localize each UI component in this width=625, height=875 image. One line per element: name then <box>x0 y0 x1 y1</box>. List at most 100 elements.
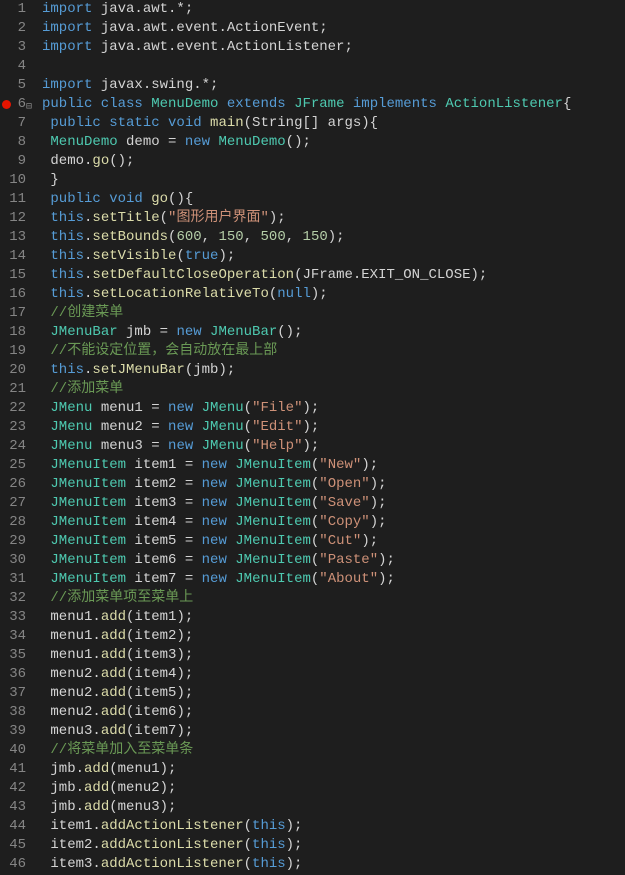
line-number[interactable]: 13 <box>4 228 26 247</box>
code-line[interactable]: //添加菜单项至菜单上 <box>42 589 625 608</box>
line-number[interactable]: 37 <box>4 684 26 703</box>
code-token: (item1); <box>126 609 193 625</box>
code-line[interactable]: menu1.add(item3); <box>42 646 625 665</box>
code-line[interactable]: public class MenuDemo extends JFrame imp… <box>42 95 625 114</box>
code-line[interactable]: JMenuItem item6 = new JMenuItem("Paste")… <box>42 551 625 570</box>
line-number[interactable]: 2 <box>4 19 26 38</box>
code-token: new <box>176 324 210 340</box>
line-number[interactable]: 19 <box>4 342 26 361</box>
line-number[interactable]: 31 <box>4 570 26 589</box>
line-number[interactable]: 12 <box>4 209 26 228</box>
code-line[interactable]: this.setDefaultCloseOperation(JFrame.EXI… <box>42 266 625 285</box>
code-line[interactable]: JMenuItem item2 = new JMenuItem("Open"); <box>42 475 625 494</box>
line-number[interactable]: 15 <box>4 266 26 285</box>
line-number[interactable]: 6⊟ <box>4 95 26 114</box>
line-number[interactable]: 40 <box>4 741 26 760</box>
code-line[interactable]: JMenu menu3 = new JMenu("Help"); <box>42 437 625 456</box>
line-number[interactable]: 21 <box>4 380 26 399</box>
code-token: add <box>101 666 126 682</box>
code-line[interactable]: this.setTitle("图形用户界面"); <box>42 209 625 228</box>
code-line[interactable]: //创建菜单 <box>42 304 625 323</box>
code-line[interactable]: import java.awt.*; <box>42 0 625 19</box>
code-line[interactable]: JMenuItem item3 = new JMenuItem("Save"); <box>42 494 625 513</box>
code-line[interactable]: JMenuBar jmb = new JMenuBar(); <box>42 323 625 342</box>
code-line[interactable]: import java.awt.event.ActionEvent; <box>42 19 625 38</box>
code-line[interactable]: //不能设定位置，会自动放在最上部 <box>42 342 625 361</box>
code-line[interactable]: this.setJMenuBar(jmb); <box>42 361 625 380</box>
line-number[interactable]: 34 <box>4 627 26 646</box>
code-editor-area[interactable]: import java.awt.*;import java.awt.event.… <box>34 0 625 875</box>
line-number[interactable]: 35 <box>4 646 26 665</box>
code-line[interactable]: menu1.add(item2); <box>42 627 625 646</box>
line-number[interactable]: 18 <box>4 323 26 342</box>
line-number[interactable]: 42 <box>4 779 26 798</box>
breakpoint-icon[interactable] <box>2 100 11 109</box>
code-line[interactable]: JMenuItem item7 = new JMenuItem("About")… <box>42 570 625 589</box>
fold-icon[interactable]: ⊟ <box>26 98 32 117</box>
code-line[interactable]: this.setLocationRelativeTo(null); <box>42 285 625 304</box>
line-number[interactable]: 20 <box>4 361 26 380</box>
line-number[interactable]: 30 <box>4 551 26 570</box>
line-number[interactable]: 36 <box>4 665 26 684</box>
code-token: //添加菜单 <box>50 381 123 397</box>
line-number[interactable]: 22 <box>4 399 26 418</box>
code-line[interactable]: item3.addActionListener(this); <box>42 855 625 874</box>
line-number[interactable]: 45 <box>4 836 26 855</box>
code-line[interactable]: item2.addActionListener(this); <box>42 836 625 855</box>
code-line[interactable] <box>42 57 625 76</box>
line-number[interactable]: 10 <box>4 171 26 190</box>
line-number[interactable]: 4 <box>4 57 26 76</box>
line-number[interactable]: 14 <box>4 247 26 266</box>
line-number[interactable]: 41 <box>4 760 26 779</box>
code-line[interactable]: jmb.add(menu3); <box>42 798 625 817</box>
line-number[interactable]: 17 <box>4 304 26 323</box>
code-line[interactable]: //将菜单加入至菜单条 <box>42 741 625 760</box>
code-line[interactable]: demo.go(); <box>42 152 625 171</box>
line-number[interactable]: 32 <box>4 589 26 608</box>
line-number[interactable]: 46 <box>4 855 26 874</box>
code-line[interactable]: item1.addActionListener(this); <box>42 817 625 836</box>
code-line[interactable]: JMenu menu2 = new JMenu("Edit"); <box>42 418 625 437</box>
code-line[interactable]: menu2.add(item5); <box>42 684 625 703</box>
code-line[interactable]: menu2.add(item4); <box>42 665 625 684</box>
code-line[interactable]: this.setBounds(600, 150, 500, 150); <box>42 228 625 247</box>
code-line[interactable]: JMenuItem item5 = new JMenuItem("Cut"); <box>42 532 625 551</box>
line-number[interactable]: 8 <box>4 133 26 152</box>
line-number[interactable]: 39 <box>4 722 26 741</box>
code-line[interactable]: JMenuItem item4 = new JMenuItem("Copy"); <box>42 513 625 532</box>
code-line[interactable]: jmb.add(menu1); <box>42 760 625 779</box>
line-number[interactable]: 16 <box>4 285 26 304</box>
code-token: ); <box>361 533 378 549</box>
line-number[interactable]: 9 <box>4 152 26 171</box>
line-number[interactable]: 7 <box>4 114 26 133</box>
line-number[interactable]: 38 <box>4 703 26 722</box>
line-number[interactable]: 44 <box>4 817 26 836</box>
line-number[interactable]: 27 <box>4 494 26 513</box>
code-line[interactable]: menu2.add(item6); <box>42 703 625 722</box>
line-number[interactable]: 43 <box>4 798 26 817</box>
line-number[interactable]: 28 <box>4 513 26 532</box>
code-line[interactable]: import javax.swing.*; <box>42 76 625 95</box>
code-line[interactable]: //添加菜单 <box>42 380 625 399</box>
line-number[interactable]: 3 <box>4 38 26 57</box>
code-line[interactable]: jmb.add(menu2); <box>42 779 625 798</box>
code-line[interactable]: public static void main(String[] args){ <box>42 114 625 133</box>
code-line[interactable]: JMenu menu1 = new JMenu("File"); <box>42 399 625 418</box>
code-line[interactable]: } <box>42 171 625 190</box>
code-line[interactable]: public void go(){ <box>42 190 625 209</box>
code-line[interactable]: JMenuItem item1 = new JMenuItem("New"); <box>42 456 625 475</box>
code-line[interactable]: menu3.add(item7); <box>42 722 625 741</box>
line-number[interactable]: 29 <box>4 532 26 551</box>
code-line[interactable]: MenuDemo demo = new MenuDemo(); <box>42 133 625 152</box>
line-number[interactable]: 26 <box>4 475 26 494</box>
line-number[interactable]: 1 <box>4 0 26 19</box>
code-line[interactable]: import java.awt.event.ActionListener; <box>42 38 625 57</box>
line-number[interactable]: 33 <box>4 608 26 627</box>
line-number[interactable]: 11 <box>4 190 26 209</box>
line-number[interactable]: 24 <box>4 437 26 456</box>
line-number[interactable]: 5 <box>4 76 26 95</box>
code-line[interactable]: menu1.add(item1); <box>42 608 625 627</box>
line-number[interactable]: 23 <box>4 418 26 437</box>
line-number[interactable]: 25 <box>4 456 26 475</box>
code-line[interactable]: this.setVisible(true); <box>42 247 625 266</box>
